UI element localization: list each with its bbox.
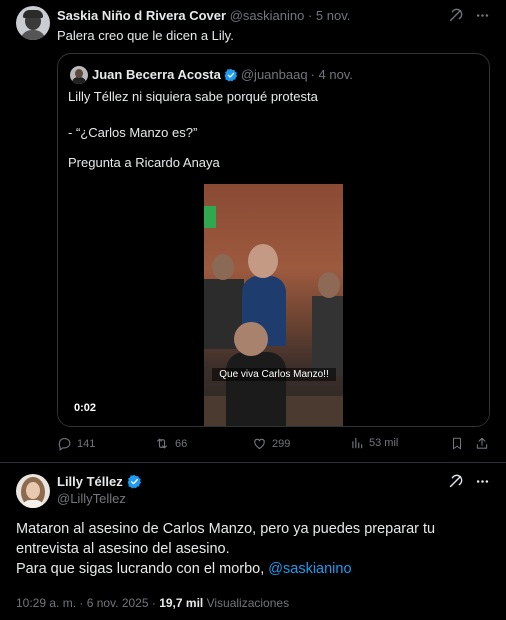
more-options-icon[interactable] bbox=[475, 474, 490, 494]
author-handle[interactable]: @saskianino bbox=[230, 8, 305, 23]
quoted-author-name[interactable]: Juan Becerra Acosta bbox=[92, 67, 221, 82]
quoted-text-line: Pregunta a Ricardo Anaya bbox=[68, 155, 220, 170]
reply-icon bbox=[58, 437, 71, 451]
tweet-header: Lilly Téllez bbox=[57, 474, 142, 489]
verified-badge-icon bbox=[127, 474, 141, 489]
tweet-header: Saskia Niño d Rivera Cover @saskianino ·… bbox=[57, 8, 350, 23]
avatar[interactable] bbox=[16, 6, 50, 40]
grok-icon[interactable] bbox=[448, 474, 463, 494]
tweet-header-icons bbox=[448, 474, 490, 494]
tweet-text-segment: Para que sigas lucrando con el morbo, bbox=[16, 561, 265, 577]
repost-count: 66 bbox=[175, 437, 188, 450]
reply-count: 141 bbox=[77, 437, 96, 450]
quoted-text-line: - “¿Carlos Manzo es?” bbox=[68, 125, 198, 140]
tweet-date[interactable]: · 5 nov. bbox=[308, 8, 350, 23]
views-count: 19,7 mil bbox=[159, 596, 204, 610]
verified-badge-icon bbox=[224, 68, 237, 82]
author-name[interactable]: Lilly Téllez bbox=[57, 474, 123, 489]
tweet-timestamp[interactable]: 10:29 a. m. · 6 nov. 2025 · bbox=[16, 596, 156, 610]
video-duration: 0:02 bbox=[74, 402, 97, 414]
video-frame[interactable]: Que viva Carlos Manzo!! bbox=[204, 184, 343, 426]
tweet-card[interactable]: Saskia Niño d Rivera Cover @saskianino ·… bbox=[0, 0, 506, 462]
tweet-meta: 10:29 a. m. · 6 nov. 2025 · 19,7 mil Vis… bbox=[16, 596, 289, 610]
quoted-author-handle[interactable]: @juanbaaq bbox=[241, 67, 308, 82]
tweet-text-line: Mataron al asesino de Carlos Manzo, pero… bbox=[16, 521, 436, 537]
divider bbox=[0, 462, 506, 463]
quoted-date[interactable]: · 4 nov. bbox=[311, 67, 353, 82]
repost-icon bbox=[157, 438, 167, 449]
mention-link[interactable]: @saskianino bbox=[268, 561, 351, 577]
views-button[interactable]: 53 mil bbox=[350, 436, 398, 450]
quoted-header: Juan Becerra Acosta @juanbaaq · 4 nov. bbox=[92, 67, 353, 82]
reply-button[interactable]: 141 bbox=[57, 436, 95, 451]
repost-button[interactable]: 66 bbox=[154, 436, 187, 451]
quoted-tweet[interactable]: Juan Becerra Acosta @juanbaaq · 4 nov. L… bbox=[57, 53, 490, 427]
analytics-icon bbox=[352, 437, 363, 449]
share-button[interactable] bbox=[475, 436, 489, 451]
author-name[interactable]: Saskia Niño d Rivera Cover bbox=[57, 8, 226, 23]
author-handle[interactable]: @LillyTellez bbox=[57, 491, 126, 506]
quoted-avatar[interactable] bbox=[70, 66, 88, 84]
share-icon bbox=[476, 437, 488, 449]
like-button[interactable]: 299 bbox=[252, 436, 290, 451]
tweet-text-line: entrevista al asesino del asesino. bbox=[16, 541, 230, 557]
more-options-icon[interactable] bbox=[475, 8, 490, 23]
avatar[interactable] bbox=[16, 474, 50, 508]
video-player[interactable]: Que viva Carlos Manzo!! 0:02 bbox=[58, 184, 489, 426]
tweet-text-line: Para que sigas lucrando con el morbo, @s… bbox=[16, 559, 486, 579]
like-count: 299 bbox=[272, 437, 291, 450]
tweet-text: Mataron al asesino de Carlos Manzo, pero… bbox=[16, 519, 486, 579]
grok-icon[interactable] bbox=[448, 8, 463, 23]
video-caption: Que viva Carlos Manzo!! bbox=[212, 368, 336, 381]
tweet-text: Palera creo que le dicen a Lily. bbox=[57, 28, 234, 43]
quoted-text-line: Lilly Téllez ni siquiera sabe porqué pro… bbox=[68, 89, 318, 104]
tweet-header-icons bbox=[448, 8, 490, 23]
bookmark-button[interactable] bbox=[450, 436, 464, 451]
bookmark-icon bbox=[452, 437, 462, 450]
view-count: 53 mil bbox=[369, 437, 399, 449]
views-label: Visualizaciones bbox=[206, 596, 290, 610]
tweet-actions: 141 66 299 53 mil bbox=[57, 436, 490, 456]
heart-icon bbox=[254, 438, 265, 450]
